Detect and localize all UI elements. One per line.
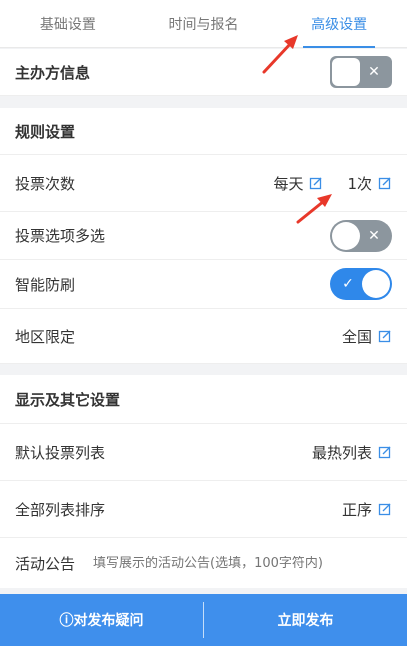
notice-label: 活动公告 xyxy=(15,554,76,573)
close-icon: ✕ xyxy=(368,227,380,244)
toggle-knob xyxy=(362,270,390,298)
list-order-label: 全部列表排序 xyxy=(15,500,106,519)
region-limit-label: 地区限定 xyxy=(15,327,76,346)
multi-select-row: 投票选项多选 ✕ xyxy=(0,212,407,260)
vote-count-label: 投票次数 xyxy=(15,174,76,193)
toggle-knob xyxy=(332,221,360,250)
multi-select-label: 投票选项多选 xyxy=(15,227,106,245)
tab-bar: 基础设置 时间与报名 高级设置 xyxy=(0,0,407,48)
anti-fraud-row: 智能防刷 ✓ xyxy=(0,260,407,309)
edit-icon[interactable] xyxy=(378,176,392,190)
publish-now-button[interactable]: 立即发布 xyxy=(204,594,407,646)
tab-time-and-signup[interactable]: 时间与报名 xyxy=(136,0,272,47)
vote-count-value[interactable]: 1次 xyxy=(347,173,372,194)
edit-icon[interactable] xyxy=(378,502,392,516)
list-order-row: 全部列表排序 正序 xyxy=(0,481,407,538)
check-icon: ✓ xyxy=(342,276,354,292)
organizer-info-row: 主办方信息 ✕ xyxy=(0,49,407,96)
organizer-info-toggle[interactable]: ✕ xyxy=(330,56,392,88)
annotation-arrow-icon xyxy=(296,194,332,224)
region-limit-value[interactable]: 全国 xyxy=(342,326,372,347)
list-order-value-group: 正序 xyxy=(342,499,392,520)
region-limit-row: 地区限定 全国 xyxy=(0,309,407,364)
edit-icon[interactable] xyxy=(378,445,392,459)
display-section-header: 显示及其它设置 xyxy=(0,375,407,424)
display-section-title: 显示及其它设置 xyxy=(15,390,121,409)
organizer-info-label: 主办方信息 xyxy=(15,63,91,82)
region-limit-value-group: 全国 xyxy=(342,326,392,347)
close-icon: ✕ xyxy=(368,64,380,80)
anti-fraud-label: 智能防刷 xyxy=(15,275,76,294)
default-list-row: 默认投票列表 最热列表 xyxy=(0,424,407,481)
tab-basic-settings[interactable]: 基础设置 xyxy=(0,0,136,47)
publish-question-button[interactable]: ⓘ对发布疑问 xyxy=(0,594,203,646)
rules-section-title: 规则设置 xyxy=(15,122,76,141)
notice-row: 活动公告 xyxy=(0,538,407,588)
list-order-value[interactable]: 正序 xyxy=(342,499,372,520)
default-list-label: 默认投票列表 xyxy=(15,443,106,462)
edit-icon[interactable] xyxy=(309,176,323,190)
rules-section-header: 规则设置 xyxy=(0,108,407,155)
toggle-knob xyxy=(332,58,360,86)
annotation-arrow-icon xyxy=(262,35,298,74)
notice-input[interactable] xyxy=(93,555,392,571)
default-list-value-group: 最热列表 xyxy=(312,442,392,463)
anti-fraud-toggle[interactable]: ✓ xyxy=(330,268,392,300)
edit-icon[interactable] xyxy=(378,329,392,343)
vote-count-row: 投票次数 每天 1次 xyxy=(0,155,407,212)
bottom-action-bar: ⓘ对发布疑问 立即发布 xyxy=(0,594,407,646)
multi-select-toggle[interactable]: ✕ xyxy=(330,219,392,252)
default-list-value[interactable]: 最热列表 xyxy=(312,442,372,463)
